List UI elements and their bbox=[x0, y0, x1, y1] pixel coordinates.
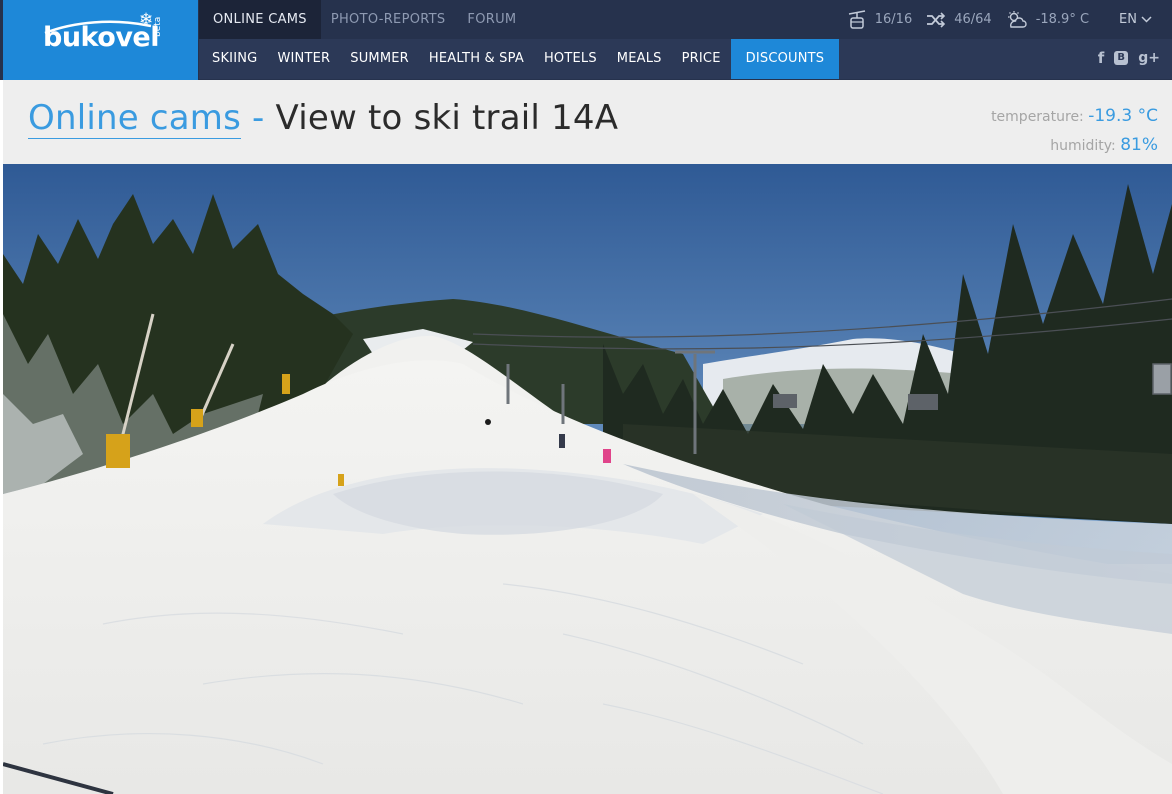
trails-status[interactable]: 46/64 bbox=[926, 11, 992, 28]
facebook-icon[interactable]: f bbox=[1098, 50, 1105, 66]
humidity-value: 81% bbox=[1120, 135, 1158, 155]
social-links: f B g+ bbox=[1088, 50, 1160, 66]
logo-text: bukovel bbox=[43, 22, 160, 53]
page-title: Online cams - View to ski trail 14A bbox=[28, 98, 619, 139]
breadcrumb-separator: - bbox=[241, 98, 276, 138]
webcam-image bbox=[3, 164, 1172, 794]
nav-price[interactable]: PRICE bbox=[672, 39, 731, 79]
weather-temperature: -18.9° C bbox=[1035, 12, 1090, 27]
shuffle-icon bbox=[927, 11, 946, 28]
page-title-text: View to ski trail 14A bbox=[275, 98, 619, 138]
humidity-label: humidity: bbox=[1050, 138, 1116, 154]
top-nav: ONLINE CAMS PHOTO-REPORTS FORUM bbox=[199, 0, 524, 39]
language-selector[interactable]: EN bbox=[1119, 12, 1152, 27]
nav-discounts[interactable]: DISCOUNTS bbox=[730, 39, 840, 79]
gondola-icon bbox=[848, 9, 865, 29]
weather-status[interactable]: -18.9° C bbox=[1006, 10, 1090, 29]
topnav-forum[interactable]: FORUM bbox=[459, 0, 524, 39]
main-nav: SKIING WINTER SUMMER HEALTH & SPA HOTELS… bbox=[199, 39, 1172, 79]
resort-status: 16/16 46/64 -18.9° C EN bbox=[833, 0, 1152, 39]
temperature-value: -19.3 °C bbox=[1088, 106, 1158, 126]
humidity-reading: humidity: 81% bbox=[991, 131, 1158, 160]
language-label: EN bbox=[1119, 12, 1137, 27]
bukovel-logo[interactable]: ❄ bukovel beta bbox=[3, 0, 198, 80]
breadcrumb-online-cams[interactable]: Online cams bbox=[28, 98, 242, 139]
nav-skiing[interactable]: SKIING bbox=[199, 39, 267, 79]
nav-meals[interactable]: MEALS bbox=[607, 39, 672, 79]
nav-summer[interactable]: SUMMER bbox=[340, 39, 419, 79]
nav-winter[interactable]: WINTER bbox=[267, 39, 340, 79]
google-plus-icon[interactable]: g+ bbox=[1138, 50, 1160, 66]
logo-beta: beta bbox=[153, 16, 163, 37]
temperature-label: temperature: bbox=[991, 109, 1084, 125]
chevron-down-icon bbox=[1141, 16, 1152, 23]
temperature-reading: temperature: -19.3 °C bbox=[991, 102, 1158, 131]
topnav-photo-reports[interactable]: PHOTO-REPORTS bbox=[321, 0, 460, 39]
weather-readings: temperature: -19.3 °C humidity: 81% bbox=[991, 102, 1158, 160]
lifts-count: 16/16 bbox=[874, 12, 913, 27]
ski-slope-scene bbox=[3, 164, 1172, 794]
trails-count: 46/64 bbox=[954, 12, 992, 27]
site-header: ❄ bukovel beta ONLINE CAMS PHOTO-REPORTS… bbox=[0, 0, 1172, 80]
nav-hotels[interactable]: HOTELS bbox=[534, 39, 607, 79]
topnav-online-cams[interactable]: ONLINE CAMS bbox=[199, 0, 321, 39]
vk-icon[interactable]: B bbox=[1114, 51, 1129, 65]
title-bar: Online cams - View to ski trail 14A temp… bbox=[3, 80, 1172, 164]
nav-health-spa[interactable]: HEALTH & SPA bbox=[419, 39, 534, 79]
cloud-sun-icon bbox=[1007, 10, 1027, 28]
lifts-status[interactable]: 16/16 bbox=[847, 9, 913, 30]
